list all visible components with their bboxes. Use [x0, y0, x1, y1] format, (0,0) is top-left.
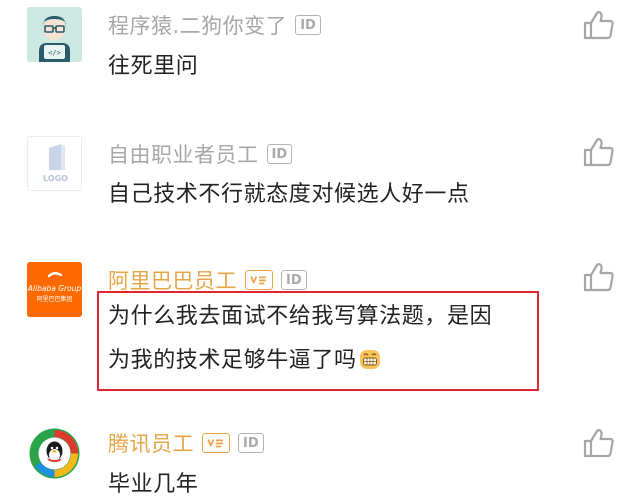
thumbs-up-icon[interactable] — [583, 137, 615, 167]
comment-header: 自由职业者员工 ID — [108, 139, 293, 169]
brand-text: Alibaba Group — [27, 284, 81, 293]
svg-text:</>: </> — [48, 49, 61, 57]
username[interactable]: 程序猿.二狗你变了 — [108, 10, 287, 40]
alibaba-logo-icon: Alibaba Group 阿里巴巴集团 — [27, 262, 82, 317]
thumbs-up-icon[interactable] — [583, 262, 615, 292]
comment-header: 腾讯员工 ID — [108, 428, 264, 458]
id-badge: ID — [281, 270, 307, 290]
thumbs-up-icon[interactable] — [583, 10, 615, 40]
comment-header: 程序猿.二狗你变了 ID — [108, 10, 321, 40]
comment-text: 往死里问 — [108, 54, 199, 79]
brand-subtext: 阿里巴巴集团 — [36, 295, 72, 303]
username[interactable]: 自由职业者员工 — [108, 139, 259, 169]
id-badge: ID — [266, 144, 293, 164]
id-badge: ID — [295, 15, 321, 35]
highlight-box — [97, 291, 539, 391]
avatar[interactable]: Alibaba Group 阿里巴巴集团 — [27, 262, 82, 317]
logo-placeholder-icon: LOGO — [28, 137, 81, 190]
username[interactable]: 腾讯员工 — [108, 428, 194, 458]
id-badge: ID — [238, 433, 264, 453]
avatar[interactable]: LOGO — [27, 136, 82, 191]
verified-employee-icon — [245, 270, 273, 290]
verified-employee-icon — [202, 433, 230, 453]
thumbs-up-icon[interactable] — [583, 428, 615, 458]
logo-text: LOGO — [43, 174, 68, 183]
comment-text: 自己技术不行就态度对候选人好一点 — [108, 182, 470, 207]
tencent-qq-logo-icon — [27, 426, 82, 481]
avatar[interactable] — [27, 426, 82, 481]
comment-text: 毕业几年 — [108, 472, 199, 497]
avatar[interactable]: </> — [27, 7, 82, 62]
coder-avatar-icon: </> — [27, 7, 82, 62]
